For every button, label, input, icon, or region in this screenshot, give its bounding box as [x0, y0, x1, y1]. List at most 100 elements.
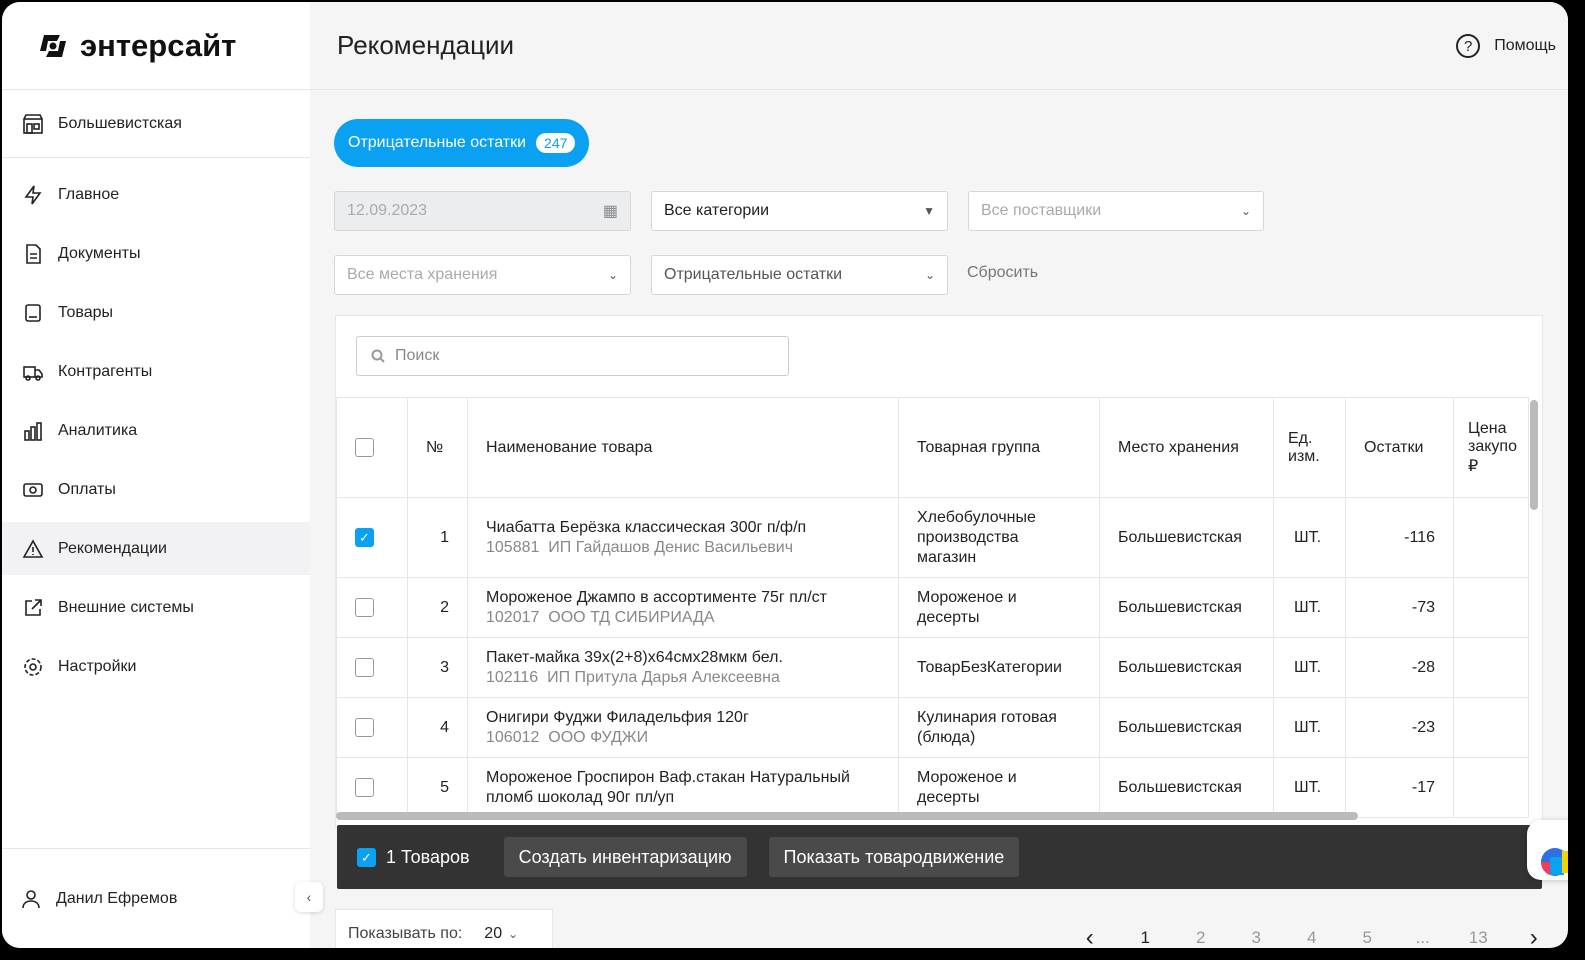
- sidebar-item-7[interactable]: Внешние системы: [2, 581, 310, 634]
- sidebar-item-label: Оплаты: [58, 480, 116, 498]
- col-number[interactable]: №: [407, 397, 468, 498]
- stock: -23: [1345, 697, 1454, 758]
- help-button[interactable]: ? Помощь: [1456, 34, 1556, 58]
- page-4[interactable]: 5: [1340, 928, 1396, 948]
- purchase-price: [1453, 637, 1529, 698]
- chat-widget[interactable]: [1527, 820, 1568, 880]
- page-5[interactable]: ...: [1395, 928, 1451, 948]
- recommendation-type-select[interactable]: Отрицательные остатки ⌄: [651, 255, 948, 295]
- sidebar-item-1[interactable]: Документы: [2, 227, 310, 280]
- sidebar-item-2[interactable]: Товары: [2, 286, 310, 339]
- product-supplier: ИП Притула Дарья Алексеевна: [547, 668, 780, 686]
- col-group[interactable]: Товарная группа: [898, 397, 1100, 498]
- product-name[interactable]: Мороженое Гроспирон Ваф.стакан Натуральн…: [486, 768, 880, 808]
- col-stock[interactable]: Остатки: [1345, 397, 1454, 498]
- table-row[interactable]: 3 Пакет-майка 39х(2+8)х64смх28мкм бел. 10…: [336, 637, 1529, 698]
- sidebar-item-6[interactable]: Рекомендации: [2, 522, 310, 575]
- sidebar-item-label: Настройки: [58, 657, 137, 675]
- page-1[interactable]: 2: [1173, 928, 1229, 948]
- user-profile[interactable]: Данил Ефремов: [2, 848, 310, 948]
- document-icon: [22, 243, 44, 265]
- page-6[interactable]: 13: [1451, 928, 1507, 948]
- page-2[interactable]: 3: [1229, 928, 1285, 948]
- sidebar-item-label: Аналитика: [58, 421, 138, 439]
- product-code: 106012: [486, 728, 540, 746]
- row-number: 3: [407, 637, 468, 698]
- gear-icon: [22, 656, 44, 678]
- widget-logo-icon: [1541, 848, 1568, 876]
- col-unit[interactable]: Ед. изм.: [1273, 397, 1346, 498]
- product-name[interactable]: Онигири Фуджи Филадельфия 120г: [486, 708, 880, 728]
- store-selector[interactable]: Большевистская: [2, 90, 310, 158]
- sidebar-item-3[interactable]: Контрагенты: [2, 345, 310, 398]
- purchase-price: [1453, 757, 1529, 818]
- app-window: энтерсайт Большевистская Главное Документ…: [2, 2, 1568, 948]
- select-all[interactable]: [336, 397, 408, 498]
- storage-place: Большевистская: [1099, 697, 1274, 758]
- page-0[interactable]: 1: [1118, 928, 1174, 948]
- product-name[interactable]: Пакет-майка 39х(2+8)х64смх28мкм бел.: [486, 648, 880, 668]
- store-icon: [22, 113, 44, 135]
- selection-action-bar: ✓ 1 Товаров Создать инвентаризацию Показ…: [337, 825, 1542, 889]
- search-placeholder: Поиск: [395, 347, 440, 364]
- table-row[interactable]: 2 Мороженое Джампо в ассортименте 75г пл…: [336, 577, 1529, 638]
- page-3[interactable]: 4: [1284, 928, 1340, 948]
- supplier-placeholder: Все поставщики: [981, 202, 1102, 219]
- next-page-icon[interactable]: ›: [1506, 924, 1562, 948]
- vertical-scrollbar[interactable]: [1530, 400, 1538, 510]
- reset-button[interactable]: Сбросить: [967, 264, 1038, 282]
- select-all-checkbox[interactable]: [355, 438, 374, 457]
- collapse-sidebar-button[interactable]: ‹: [295, 882, 323, 912]
- filter-chip-negative-stock[interactable]: Отрицательные остатки 247: [334, 119, 590, 167]
- product-supplier: ООО ФУДЖИ: [548, 728, 649, 746]
- table-row[interactable]: 5 Мороженое Гроспирон Ваф.стакан Натурал…: [336, 757, 1529, 818]
- prev-page-icon[interactable]: ‹: [1062, 924, 1118, 948]
- horizontal-scrollbar[interactable]: [336, 812, 1358, 820]
- pagination: ‹ 1 2 3 4 5... 13 ›: [1062, 924, 1562, 948]
- chevron-down-icon: ▼: [923, 204, 935, 218]
- stock: -116: [1345, 497, 1454, 578]
- create-inventory-button[interactable]: Создать инвентаризацию: [503, 837, 747, 877]
- col-place[interactable]: Место хранения: [1099, 397, 1274, 498]
- table-header: № Наименование товара Товарная группа Ме…: [336, 397, 1529, 498]
- row-checkbox[interactable]: [355, 717, 374, 737]
- sidebar-item-8[interactable]: Настройки: [2, 640, 310, 693]
- row-checkbox[interactable]: ✓: [355, 527, 374, 547]
- per-page-select[interactable]: Показывать по: 20 ⌄: [335, 909, 553, 948]
- unit: ШТ.: [1273, 697, 1346, 758]
- sidebar-item-0[interactable]: Главное: [2, 168, 310, 221]
- product-code: 102116: [486, 668, 539, 686]
- show-movement-button[interactable]: Показать товародвижение: [768, 837, 1020, 877]
- storage-place: Большевистская: [1099, 757, 1274, 818]
- unit: ШТ.: [1273, 757, 1346, 818]
- store-name: Большевистская: [58, 114, 182, 132]
- product-name[interactable]: Чиабатта Берёзка классическая 300г п/ф/п: [486, 518, 880, 538]
- search-input[interactable]: Поиск: [356, 336, 789, 376]
- category-select[interactable]: Все категории ▼: [651, 191, 948, 231]
- sidebar-item-4[interactable]: Аналитика: [2, 404, 310, 457]
- products-table: № Наименование товара Товарная группа Ме…: [336, 397, 1529, 818]
- logo[interactable]: энтерсайт: [2, 2, 310, 90]
- sidebar: энтерсайт Большевистская Главное Документ…: [2, 2, 310, 948]
- product-group: Кулинария готовая (блюда): [898, 697, 1100, 758]
- stock: -28: [1345, 637, 1454, 698]
- row-checkbox[interactable]: [355, 657, 374, 677]
- storage-place: Большевистская: [1099, 637, 1274, 698]
- row-checkbox[interactable]: [355, 777, 374, 797]
- supplier-select[interactable]: Все поставщики ⌄: [968, 191, 1264, 231]
- date-field[interactable]: 12.09.2023 ▦: [334, 191, 631, 231]
- products-table-card: Поиск № Наименование товара Товарная гру…: [335, 315, 1543, 827]
- col-price[interactable]: Цена закупо ₽: [1453, 397, 1529, 498]
- logo-text: энтерсайт: [80, 27, 237, 63]
- row-checkbox[interactable]: [355, 597, 374, 617]
- table-row[interactable]: 4 Онигири Фуджи Филадельфия 120г 106012 О…: [336, 697, 1529, 758]
- selection-checkbox[interactable]: ✓: [357, 847, 376, 867]
- storage-select[interactable]: Все места хранения ⌄: [334, 255, 631, 295]
- stock: -17: [1345, 757, 1454, 818]
- product-name[interactable]: Мороженое Джампо в ассортименте 75г пл/с…: [486, 588, 880, 608]
- table-row[interactable]: ✓ 1 Чиабатта Берёзка классическая 300г п…: [336, 497, 1529, 578]
- col-name[interactable]: Наименование товара: [467, 397, 899, 498]
- sidebar-item-5[interactable]: Оплаты: [2, 463, 310, 516]
- row-number: 2: [407, 577, 468, 638]
- row-number: 4: [407, 697, 468, 758]
